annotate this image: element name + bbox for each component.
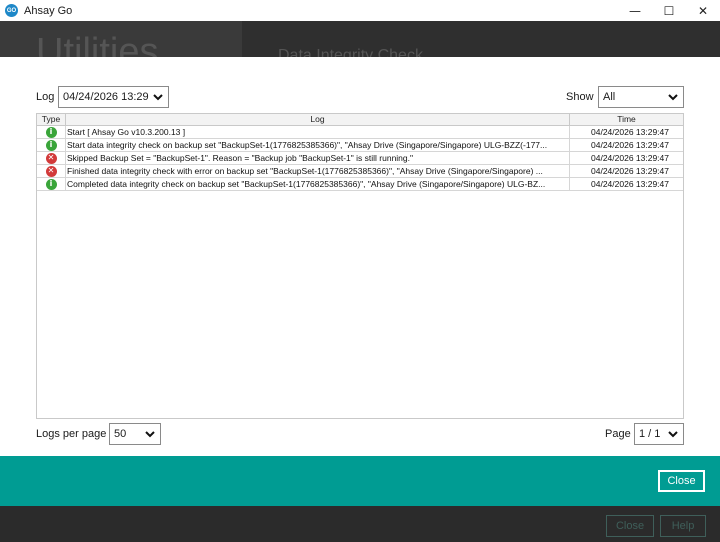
- window-close-button[interactable]: ✕: [686, 0, 720, 21]
- table-row[interactable]: i Start [ Ahsay Go v10.3.200.13 ] 04/24/20…: [37, 126, 683, 139]
- row-time-cell: 04/24/2026 13:29:47: [591, 179, 669, 189]
- row-time-cell: 04/24/2026 13:29:47: [591, 127, 669, 137]
- row-log-cell: Skipped Backup Set = "BackupSet-1". Reas…: [66, 152, 570, 164]
- error-icon: ✕: [45, 152, 57, 164]
- page-label: Page: [605, 428, 631, 440]
- row-type-cell: i: [37, 178, 66, 190]
- row-type-cell: ✕: [37, 152, 66, 164]
- row-time-cell: 04/24/2026 13:29:47: [591, 140, 669, 150]
- window-title: Ahsay Go: [24, 4, 73, 17]
- window-controls: — ☐ ✕: [618, 0, 720, 21]
- row-time-cell: 04/24/2026 13:29:47: [591, 153, 669, 163]
- log-dialog: Log 04/24/2026 13:29 Show All Type Log T…: [0, 57, 720, 456]
- info-icon: i: [45, 139, 57, 151]
- table-row[interactable]: ✕ Skipped Backup Set = "BackupSet-1". Rea…: [37, 152, 683, 165]
- dialog-footer: Close: [0, 456, 720, 506]
- page-value: 1 / 1: [639, 428, 661, 440]
- info-icon: i: [45, 178, 57, 190]
- logs-per-page-select[interactable]: 50: [109, 423, 161, 445]
- title-bar: GO Ahsay Go — ☐ ✕: [0, 0, 720, 21]
- log-date-value: 04/24/2026 13:29: [63, 91, 149, 103]
- table-row[interactable]: ✕ Finished data integrity check with erro…: [37, 165, 683, 178]
- log-label: Log: [36, 91, 55, 103]
- close-button[interactable]: Close: [658, 470, 705, 492]
- column-header-time[interactable]: Time: [570, 114, 683, 125]
- column-header-log[interactable]: Log: [66, 114, 570, 125]
- row-log-cell: Finished data integrity check with error…: [66, 165, 570, 177]
- row-type-cell: ✕: [37, 165, 66, 177]
- log-date-select[interactable]: 04/24/2026 13:29: [58, 86, 169, 108]
- table-row[interactable]: i Start data integrity check on backup se…: [37, 139, 683, 152]
- row-type-cell: i: [37, 139, 66, 151]
- minimize-button[interactable]: —: [618, 0, 652, 21]
- info-icon: i: [45, 126, 57, 138]
- table-body: i Start [ Ahsay Go v10.3.200.13 ] 04/24/20…: [37, 126, 683, 191]
- chevron-down-icon: [668, 431, 678, 438]
- chevron-down-icon: [145, 431, 155, 438]
- background-help-button: Help: [660, 515, 706, 537]
- background-close-button: Close: [606, 515, 654, 537]
- log-table: Type Log Time i Start [ Ahsay Go v10.3.20…: [36, 113, 684, 419]
- logs-per-page-label: Logs per page: [36, 428, 107, 440]
- background-footer: Close Help: [0, 505, 720, 542]
- maximize-button[interactable]: ☐: [652, 0, 686, 21]
- error-icon: ✕: [45, 165, 57, 177]
- column-header-type[interactable]: Type: [37, 114, 66, 125]
- chevron-down-icon: [668, 94, 678, 101]
- app-logo-icon: GO: [5, 4, 18, 17]
- logs-per-page-value: 50: [114, 428, 127, 440]
- page-select[interactable]: 1 / 1: [634, 423, 684, 445]
- chevron-down-icon: [153, 94, 163, 101]
- row-log-cell: Start [ Ahsay Go v10.3.200.13 ]: [66, 126, 570, 138]
- show-filter-value: All: [603, 91, 616, 103]
- row-time-cell: 04/24/2026 13:29:47: [591, 166, 669, 176]
- show-filter-select[interactable]: All: [598, 86, 684, 108]
- row-log-cell: Completed data integrity check on backup…: [66, 178, 570, 190]
- table-row[interactable]: i Completed data integrity check on backu…: [37, 178, 683, 191]
- show-label: Show: [566, 91, 594, 103]
- table-header: Type Log Time: [37, 114, 683, 126]
- row-type-cell: i: [37, 126, 66, 138]
- row-log-cell: Start data integrity check on backup set…: [66, 139, 570, 151]
